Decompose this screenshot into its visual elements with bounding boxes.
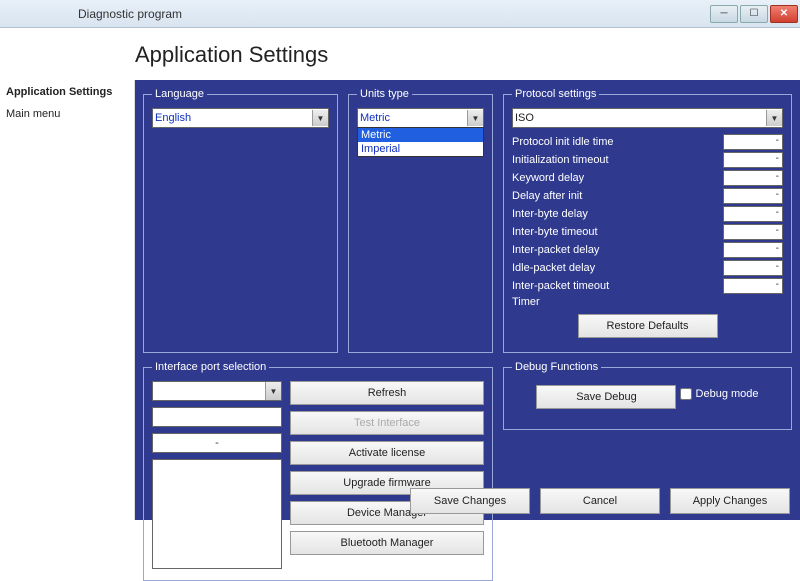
bottom-buttons: Save Changes Cancel Apply Changes — [410, 488, 790, 514]
debug-mode-input[interactable] — [680, 388, 692, 400]
test-interface-button[interactable]: Test Interface — [290, 411, 484, 435]
protocol-row-label: Delay after init — [512, 190, 723, 202]
protocol-row-label: Idle-packet delay — [512, 262, 723, 274]
debug-legend: Debug Functions — [512, 361, 601, 373]
language-value: English — [155, 112, 191, 124]
debug-mode-checkbox[interactable]: Debug mode — [680, 388, 759, 400]
protocol-row-label: Inter-byte timeout — [512, 226, 723, 238]
protocol-row: Timer — [512, 296, 783, 308]
apply-changes-button[interactable]: Apply Changes — [670, 488, 790, 514]
language-select[interactable]: English ▼ — [152, 108, 329, 128]
protocol-rows: Protocol init idle time-Initialization t… — [512, 134, 783, 308]
interface-listbox[interactable] — [152, 459, 282, 569]
debug-mode-label: Debug mode — [696, 388, 759, 400]
sidebar: Application Settings Main menu — [0, 80, 135, 520]
debug-fieldset: Debug Functions Save Debug Debug mode — [503, 361, 792, 430]
protocol-row: Protocol init idle time- — [512, 134, 783, 150]
activate-license-button[interactable]: Activate license — [290, 441, 484, 465]
page-title: Application Settings — [0, 28, 800, 80]
cancel-button[interactable]: Cancel — [540, 488, 660, 514]
protocol-row: Inter-byte delay- — [512, 206, 783, 222]
protocol-row-label: Keyword delay — [512, 172, 723, 184]
protocol-row-value[interactable]: - — [723, 224, 783, 240]
chevron-down-icon: ▼ — [265, 382, 281, 400]
protocol-row: Initialization timeout- — [512, 152, 783, 168]
chevron-down-icon: ▼ — [312, 110, 328, 126]
units-fieldset: Units type Metric ▼ Metric Imperial — [348, 88, 493, 353]
interface-field-2[interactable] — [152, 407, 282, 427]
chevron-down-icon: ▼ — [467, 110, 483, 126]
interface-fieldset: Interface port selection ▼ - Refresh Tes… — [143, 361, 493, 581]
protocol-row-label: Protocol init idle time — [512, 136, 723, 148]
bluetooth-manager-button[interactable]: Bluetooth Manager — [290, 531, 484, 555]
protocol-row-value[interactable]: - — [723, 260, 783, 276]
sidebar-item-app-settings[interactable]: Application Settings — [6, 84, 128, 100]
protocol-row-label: Initialization timeout — [512, 154, 723, 166]
protocol-row-label: Inter-packet delay — [512, 244, 723, 256]
interface-field-3[interactable]: - — [152, 433, 282, 453]
protocol-row-value[interactable]: - — [723, 278, 783, 294]
protocol-row-value[interactable]: - — [723, 170, 783, 186]
language-fieldset: Language English ▼ — [143, 88, 338, 353]
protocol-row-value[interactable]: - — [723, 134, 783, 150]
maximize-button[interactable]: ☐ — [740, 5, 768, 23]
protocol-select[interactable]: ISO ▼ — [512, 108, 783, 128]
protocol-row-label: Timer — [512, 296, 783, 308]
units-option-metric[interactable]: Metric — [358, 128, 483, 142]
protocol-row: Delay after init- — [512, 188, 783, 204]
units-value: Metric — [360, 112, 390, 124]
units-legend: Units type — [357, 88, 412, 100]
protocol-legend: Protocol settings — [512, 88, 599, 100]
units-dropdown-list: Metric Imperial — [357, 127, 484, 157]
units-select[interactable]: Metric ▼ — [357, 108, 484, 128]
content-panel: Language English ▼ Units type Metric ▼ M… — [135, 80, 800, 520]
interface-legend: Interface port selection — [152, 361, 269, 373]
restore-defaults-button[interactable]: Restore Defaults — [578, 314, 718, 338]
language-legend: Language — [152, 88, 207, 100]
protocol-row-value[interactable]: - — [723, 152, 783, 168]
protocol-value: ISO — [515, 112, 534, 124]
close-button[interactable]: ✕ — [770, 5, 798, 23]
refresh-button[interactable]: Refresh — [290, 381, 484, 405]
chevron-down-icon: ▼ — [766, 110, 782, 126]
protocol-row-value[interactable]: - — [723, 188, 783, 204]
units-option-imperial[interactable]: Imperial — [358, 142, 483, 156]
save-changes-button[interactable]: Save Changes — [410, 488, 530, 514]
protocol-row: Keyword delay- — [512, 170, 783, 186]
window-title: Diagnostic program — [8, 7, 182, 21]
protocol-row-value[interactable]: - — [723, 242, 783, 258]
minimize-button[interactable]: ─ — [710, 5, 738, 23]
port-select[interactable]: ▼ — [152, 381, 282, 401]
protocol-row: Idle-packet delay- — [512, 260, 783, 276]
sidebar-item-main-menu[interactable]: Main menu — [6, 106, 128, 122]
protocol-fieldset: Protocol settings ISO ▼ Protocol init id… — [503, 88, 792, 353]
protocol-row-value[interactable]: - — [723, 206, 783, 222]
protocol-row-label: Inter-packet timeout — [512, 280, 723, 292]
save-debug-button[interactable]: Save Debug — [536, 385, 676, 409]
protocol-row: Inter-packet delay- — [512, 242, 783, 258]
protocol-row-label: Inter-byte delay — [512, 208, 723, 220]
protocol-row: Inter-packet timeout- — [512, 278, 783, 294]
protocol-row: Inter-byte timeout- — [512, 224, 783, 240]
titlebar: Diagnostic program ─ ☐ ✕ — [0, 0, 800, 28]
